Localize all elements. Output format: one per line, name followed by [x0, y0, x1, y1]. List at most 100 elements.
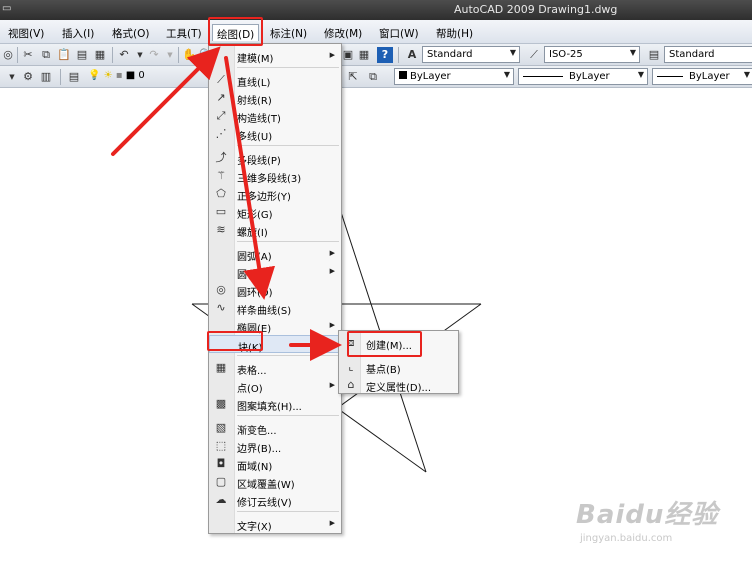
draw-menu-item[interactable]: 建模(M) ▶ — [209, 47, 341, 65]
draw-menu-item[interactable]: ▢ 区域覆盖(W) — [209, 473, 341, 491]
table-style-select[interactable]: Standard — [664, 46, 752, 63]
make-current-layer-icon[interactable]: ⇱ — [345, 69, 361, 85]
globe-icon[interactable]: ◎ — [0, 47, 16, 63]
menu-item-define-attribute[interactable]: ⌂ 定义属性(D)... — [339, 376, 458, 394]
draw-menu-item[interactable]: ⟋ 直线(L) — [209, 71, 341, 89]
draw-menu-item[interactable]: ∿ 样条曲线(S) — [209, 299, 341, 317]
layers-toolbar: ▼ ⚙ ▥ ▤ 💡 ☀ ▪ ■ 0 ⇱ ⧉ ByLayer ▼ ByLayer ▼ … — [0, 66, 752, 88]
menu-insert[interactable]: 插入(I) — [58, 24, 98, 41]
draw-menu-item[interactable]: ▭ 矩形(G) — [209, 203, 341, 221]
help-icon[interactable]: ? — [377, 47, 393, 63]
menu-item-label: 直线(L) — [237, 78, 271, 89]
draw-menu-item[interactable]: ◘ 面域(N) — [209, 455, 341, 473]
draw-menu-item[interactable]: 圆(C) ▶ — [209, 263, 341, 281]
menu-item-label: 样条曲线(S) — [237, 306, 292, 317]
dim-style-icon[interactable]: ⟋ — [526, 47, 542, 63]
draw-menu-item[interactable]: ☁ 修订云线(V) — [209, 491, 341, 509]
draw-menu-item[interactable]: ↗ 射线(R) — [209, 89, 341, 107]
workspace-settings-icon[interactable]: ⚙ — [20, 69, 36, 85]
layer-previous-icon[interactable]: ⧉ — [365, 69, 381, 85]
region-icon: ◘ — [216, 457, 226, 470]
draw-menu-item[interactable]: 圆弧(A) ▶ — [209, 245, 341, 263]
menu-item-label: 圆(C) — [237, 270, 262, 281]
color-swatch-icon — [399, 71, 407, 79]
menu-help[interactable]: 帮助(H) — [432, 24, 477, 41]
menu-dimension[interactable]: 标注(N) — [266, 24, 311, 41]
layer-properties-icon[interactable]: ▥ — [38, 69, 54, 85]
cut-icon[interactable]: ✂ — [20, 47, 36, 63]
polyline-icon: ⤴ — [215, 151, 227, 164]
xline-icon: ⤢ — [216, 109, 226, 122]
menu-item-label: 构造线(T) — [237, 114, 281, 125]
color-swatch-icon: ■ — [125, 70, 136, 81]
redo-dropdown-icon[interactable]: ▼ — [162, 47, 178, 63]
watermark-logo: Baidu经验 — [576, 500, 719, 530]
pan-realtime-icon[interactable]: ✋ — [181, 47, 197, 63]
boundary-icon: ⬚ — [215, 439, 227, 452]
window-title: AutoCAD 2009 Drawing1.dwg — [454, 3, 618, 16]
undo-icon[interactable]: ↶ — [116, 47, 132, 63]
draw-menu-item[interactable]: ⬚ 边界(B)... — [209, 437, 341, 455]
dropdown-arrow-icon[interactable]: ▼ — [4, 69, 20, 85]
draw-menu-item[interactable]: ◎ 圆环(D) — [209, 281, 341, 299]
menu-separator — [237, 145, 339, 146]
dim-style-select[interactable]: ISO-25 ▼ — [544, 46, 640, 63]
draw-menu-item[interactable]: ▩ 图案填充(H)... — [209, 395, 341, 413]
redo-icon[interactable]: ↷ — [146, 47, 162, 63]
submenu-arrow-icon: ▶ — [329, 519, 335, 527]
submenu-arrow-icon: ▶ — [329, 51, 335, 59]
menu-tools[interactable]: 工具(T) — [162, 24, 206, 41]
menu-item-label: 点(O) — [237, 384, 263, 395]
color-select[interactable]: ByLayer ▼ — [394, 68, 514, 85]
ray-icon: ↗ — [216, 91, 226, 104]
menu-window[interactable]: 窗口(W) — [375, 24, 423, 41]
draw-menu-item[interactable]: ▦ 表格... — [209, 359, 341, 377]
menu-format[interactable]: 格式(O) — [108, 24, 153, 41]
title-bar: ▭ AutoCAD 2009 Drawing1.dwg — [0, 0, 752, 20]
base-point-icon: ⌞ — [348, 360, 354, 373]
draw-menu: 建模(M) ▶ ⟋ 直线(L) ↗ 射线(R) ⤢ 构造线(T) ⋰ 多线(U) ⤴ 多段线(P) ⚚ 三… — [208, 43, 342, 534]
draw-menu-item[interactable]: 点(O) ▶ — [209, 377, 341, 395]
sun-icon: ☀ — [103, 70, 113, 81]
menu-item-label: 多段线(P) — [237, 156, 281, 167]
system-menu-icon[interactable]: ▭ — [2, 3, 16, 15]
light-bulb-icon: 💡 — [88, 70, 101, 81]
mline-icon: ⋰ — [215, 127, 227, 140]
menu-item-label: 边界(B)... — [237, 444, 282, 455]
define-attribute-icon: ⌂ — [347, 378, 355, 391]
menu-item-base-point[interactable]: ⌞ 基点(B) — [339, 358, 458, 376]
table-style-icon[interactable]: ▤ — [646, 47, 662, 63]
draw-menu-item[interactable]: ⚚ 三维多段线(3) — [209, 167, 341, 185]
layer-select[interactable]: 💡 ☀ ▪ ■ 0 — [84, 68, 208, 85]
match-properties-icon[interactable]: ▤ — [74, 47, 90, 63]
draw-menu-item[interactable]: ▧ 渐变色... — [209, 419, 341, 437]
standard-toolbar: ◎ ✂ ⧉ 📋 ▤ ▦ ↶ ▼ ↷ ▼ ✋ 🔍 ▣ ▦ ? A Standard… — [0, 44, 752, 66]
menu-item-label: 表格... — [237, 366, 267, 377]
highlight-draw-menu — [208, 17, 263, 46]
menu-modify[interactable]: 修改(M) — [320, 24, 366, 41]
copy-icon[interactable]: ⧉ — [38, 47, 54, 63]
text-style-select[interactable]: Standard ▼ — [422, 46, 520, 63]
menu-separator — [237, 355, 339, 356]
lineweight-select[interactable]: ByLayer ▼ — [652, 68, 752, 85]
draw-menu-item[interactable]: ⬠ 正多边形(Y) — [209, 185, 341, 203]
donut-icon: ◎ — [216, 283, 226, 296]
layer-manager-icon[interactable]: ▤ — [66, 69, 82, 85]
block-editor-icon[interactable]: ▦ — [92, 47, 108, 63]
draw-menu-item[interactable]: ⤴ 多段线(P) — [209, 149, 341, 167]
sheet-set-icon[interactable]: ▣ — [340, 47, 356, 63]
menu-item-label: 面域(N) — [237, 462, 273, 473]
draw-menu-item[interactable]: 文字(X) ▶ — [209, 515, 341, 533]
linetype-select[interactable]: ByLayer ▼ — [518, 68, 648, 85]
draw-menu-item[interactable]: ⋰ 多线(U) — [209, 125, 341, 143]
calculator-icon[interactable]: ▦ — [356, 47, 372, 63]
draw-menu-item[interactable]: ≋ 螺旋(I) — [209, 221, 341, 239]
paste-icon[interactable]: 📋 — [56, 47, 72, 63]
text-style-icon[interactable]: A — [404, 47, 420, 63]
hatch-icon: ▩ — [215, 397, 227, 410]
submenu-arrow-icon: ▶ — [329, 267, 335, 275]
draw-menu-item[interactable]: ⤢ 构造线(T) — [209, 107, 341, 125]
lock-icon: ▪ — [115, 70, 123, 81]
helix-icon: ≋ — [216, 223, 226, 236]
menu-view[interactable]: 视图(V) — [4, 24, 48, 41]
